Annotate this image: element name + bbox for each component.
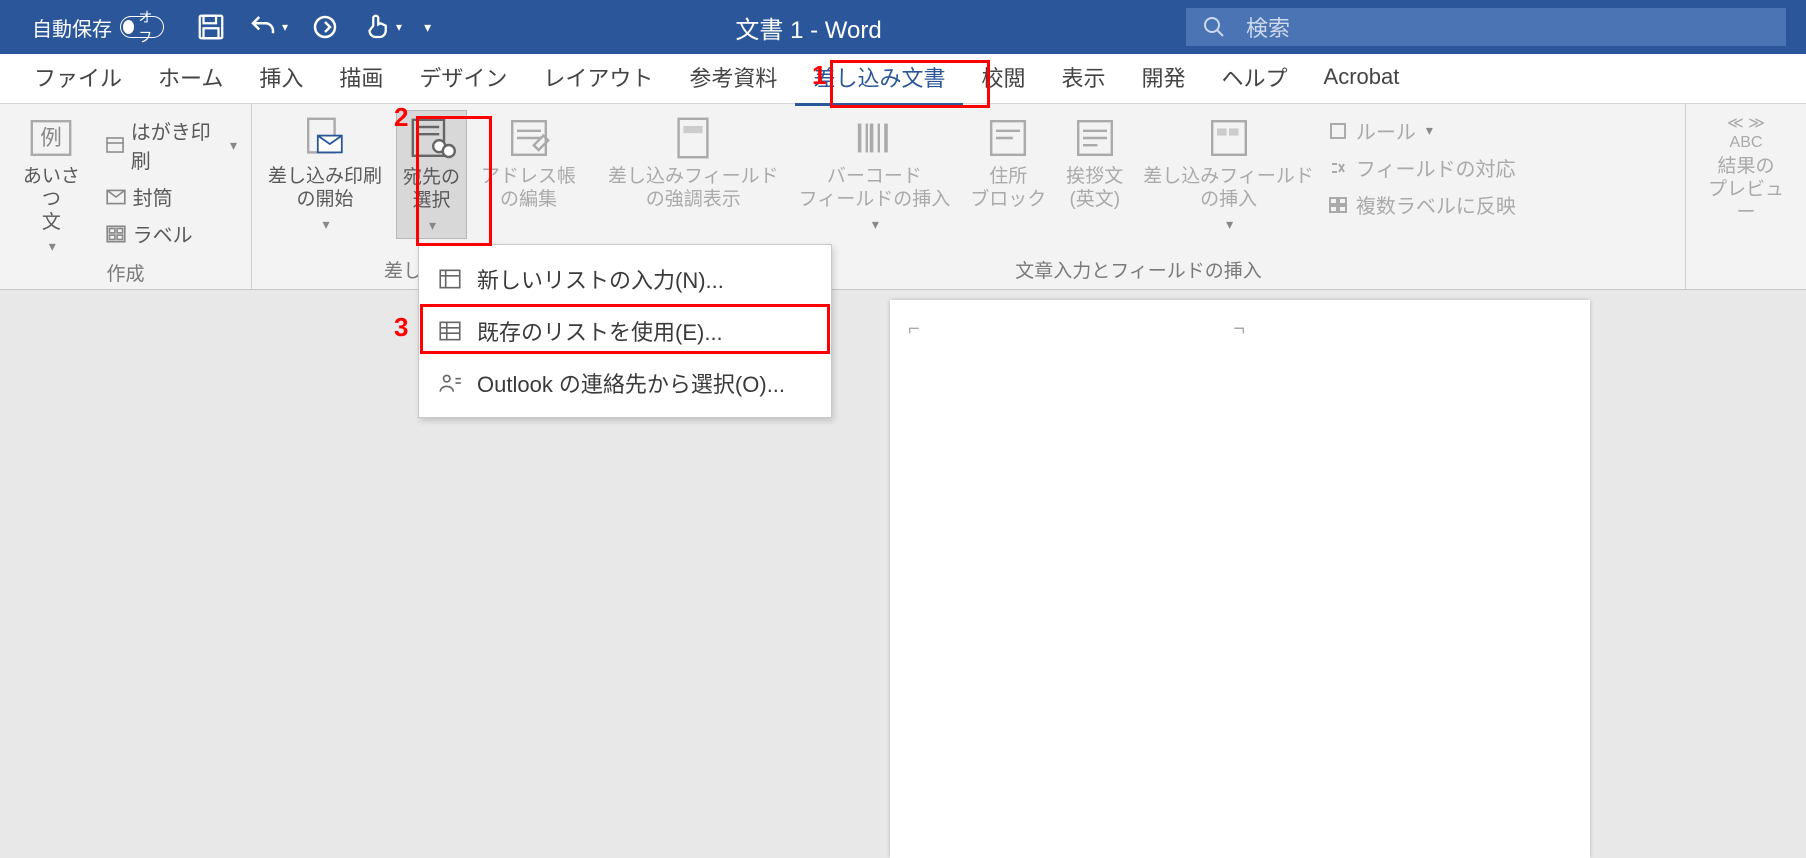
annotation-1: 1 (812, 60, 826, 91)
tab-file[interactable]: ファイル (16, 51, 140, 106)
update-labels-button: 複数ラベルに反映 (1328, 190, 1516, 219)
tab-help[interactable]: ヘルプ (1204, 51, 1306, 106)
address-block-button: 住所 ブロック (964, 110, 1052, 216)
match-fields-button: フィールドの対応 (1328, 153, 1516, 182)
rules-button: ルール▾ (1328, 116, 1516, 145)
autosave-label: 自動保存 (32, 13, 112, 42)
tab-home[interactable]: ホーム (140, 51, 241, 106)
tab-developer[interactable]: 開発 (1123, 51, 1203, 106)
document-title: 文書 1 - Word (431, 10, 1186, 45)
start-mail-merge-button[interactable]: 差し込み印刷 の開始▾ (262, 110, 388, 237)
document-page[interactable]: ⌐ ¬ (890, 300, 1590, 858)
svg-text:例: 例 (41, 125, 63, 150)
annotation-2: 2 (394, 102, 408, 133)
postcard-print-button[interactable]: はがき印刷▾ (101, 114, 241, 176)
tab-draw[interactable]: 描画 (321, 51, 401, 106)
preview-results-button: ≪ ≫ ABC 結果の プレビュー (1696, 110, 1796, 229)
greeting-line-button: 挨拶文 (英文) (1060, 110, 1129, 216)
highlight-merge-fields-button: 差し込みフィールド の強調表示 (602, 110, 785, 216)
annotation-3: 3 (394, 312, 408, 343)
tab-acrobat[interactable]: Acrobat (1306, 54, 1418, 103)
ribbon: 例 あいさつ 文▾ はがき印刷▾ 封筒 ラベル 作成 (0, 104, 1806, 290)
barcode-field-button: バーコード フィールドの挿入▾ (793, 110, 957, 237)
title-bar: 自動保存 オフ ▾ ▾ ▾ 文書 1 - Word 検索 (0, 0, 1806, 54)
select-recipients-menu: 新しいリストの入力(N)... 既存のリストを使用(E)... Outlook … (418, 244, 832, 418)
touch-mode-icon[interactable]: ▾ (362, 12, 402, 42)
edit-recipient-list-button: アドレス帳 の編集 (475, 110, 582, 216)
tab-design[interactable]: デザイン (401, 51, 525, 106)
autosave-toggle[interactable]: 自動保存 オフ (32, 13, 164, 42)
tab-review[interactable]: 校閲 (963, 51, 1043, 106)
tab-references[interactable]: 参考資料 (671, 51, 795, 106)
tab-layout[interactable]: レイアウト (525, 51, 671, 106)
insert-merge-field-button: 差し込みフィールド の挿入▾ (1137, 110, 1320, 237)
labels-button[interactable]: ラベル (101, 217, 241, 250)
group-create-label: 作成 (10, 259, 241, 290)
redo-icon[interactable] (310, 12, 340, 42)
tab-insert[interactable]: 挿入 (241, 51, 321, 106)
tab-view[interactable]: 表示 (1043, 51, 1123, 106)
autosave-state: オフ (138, 7, 161, 47)
envelope-button[interactable]: 封筒 (101, 180, 241, 213)
save-icon[interactable] (196, 12, 226, 42)
search-icon (1202, 15, 1226, 39)
greeting-text-button[interactable]: 例 あいさつ 文▾ (10, 110, 93, 259)
undo-icon[interactable]: ▾ (248, 12, 288, 42)
menu-type-new-list[interactable]: 新しいリストの入力(N)... (419, 253, 831, 305)
search-placeholder: 検索 (1246, 11, 1290, 43)
menu-use-existing-list[interactable]: 既存のリストを使用(E)... (419, 305, 831, 357)
ribbon-tabs: ファイル ホーム 挿入 描画 デザイン レイアウト 参考資料 差し込み文書 校閲… (0, 54, 1806, 104)
menu-outlook-contacts[interactable]: Outlook の連絡先から選択(O)... (419, 357, 831, 409)
search-box[interactable]: 検索 (1186, 8, 1786, 46)
